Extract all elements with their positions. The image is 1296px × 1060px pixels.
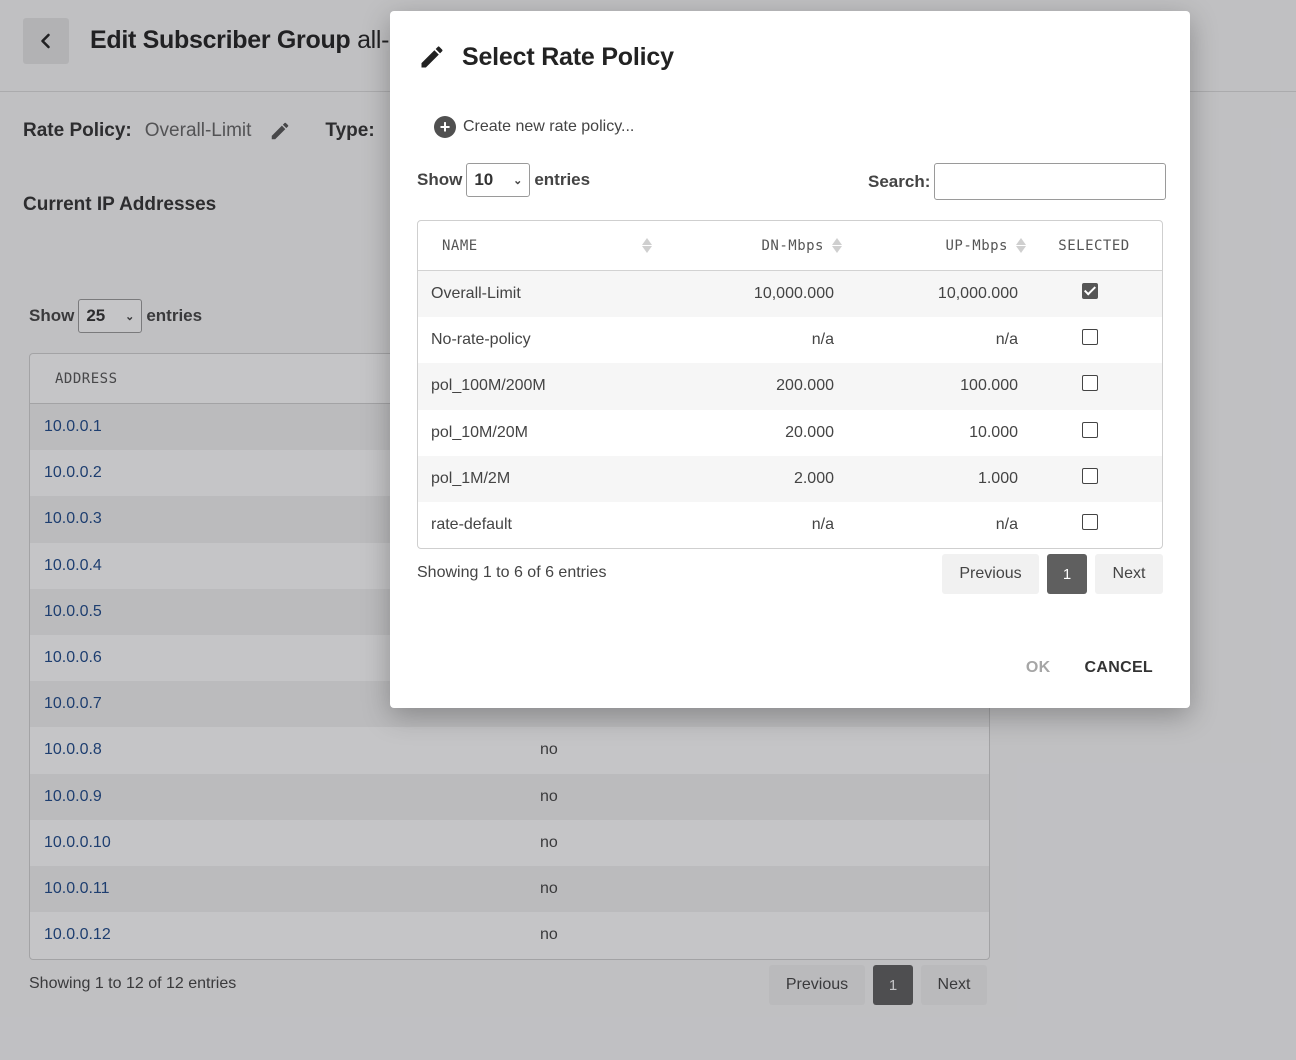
- column-name-label: NAME: [442, 237, 478, 254]
- table-row[interactable]: rate-default n/a n/a: [418, 502, 1162, 548]
- create-rate-policy-link[interactable]: + Create new rate policy...: [434, 115, 634, 139]
- table-row[interactable]: No-rate-policy n/a n/a: [418, 317, 1162, 363]
- policy-dn-mbps: n/a: [811, 331, 834, 349]
- select-checkbox[interactable]: [1082, 467, 1098, 484]
- add-circle-icon: +: [434, 116, 456, 138]
- policy-selected-cell: [1018, 421, 1162, 438]
- previous-page-button[interactable]: Previous: [942, 554, 1039, 594]
- policy-name: pol_100M/200M: [431, 377, 546, 395]
- search-input[interactable]: [934, 163, 1167, 200]
- policy-up-mbps: 10.000: [969, 423, 1018, 441]
- entries-label: entries: [534, 170, 591, 189]
- policy-up-mbps: n/a: [995, 516, 1018, 534]
- select-checkbox[interactable]: [1082, 375, 1098, 392]
- column-header-dn-mbps[interactable]: DN-Mbps: [658, 221, 842, 270]
- policy-up-mbps: 10,000.000: [937, 285, 1018, 303]
- next-page-button[interactable]: Next: [1095, 554, 1163, 594]
- column-up-label: UP-Mbps: [945, 237, 1008, 254]
- rate-policy-table-body: Overall-Limit 10,000.000 10,000.000 No-rate…: [418, 271, 1162, 548]
- policy-dn-mbps: 200.000: [776, 377, 834, 395]
- table-row[interactable]: pol_1M/2M 2.000 1.000: [418, 455, 1162, 502]
- show-label: Show: [417, 170, 463, 189]
- column-header-name[interactable]: NAME: [418, 221, 658, 270]
- cancel-button[interactable]: CANCEL: [1085, 659, 1153, 677]
- policy-name: Overall-Limit: [431, 285, 521, 303]
- table-row[interactable]: Overall-Limit 10,000.000 10,000.000: [418, 271, 1162, 318]
- rate-policy-table: NAME DN-Mbps UP-Mbps SELECTED Overall-Li…: [417, 220, 1163, 549]
- column-selected-label: SELECTED: [1058, 237, 1130, 254]
- column-header-up-mbps[interactable]: UP-Mbps: [842, 221, 1026, 270]
- search-label: Search:: [868, 171, 931, 191]
- create-rate-policy-label: Create new rate policy...: [463, 118, 635, 135]
- dialog-title: Select Rate Policy: [462, 42, 674, 71]
- policy-dn-mbps: n/a: [811, 516, 834, 534]
- dialog-page-length-value: 10: [474, 170, 494, 189]
- select-rate-policy-dialog: Select Rate Policy + Create new rate pol…: [390, 11, 1190, 708]
- select-checkbox[interactable]: [1082, 421, 1098, 438]
- dialog-page-length-control: Show 10 ⌄ entries: [417, 163, 590, 197]
- column-dn-label: DN-Mbps: [761, 237, 824, 254]
- select-checkbox[interactable]: [1082, 283, 1098, 300]
- dialog-page-length-select[interactable]: 10 ⌄: [466, 163, 531, 197]
- policy-selected-cell: [1018, 329, 1162, 346]
- select-checkbox[interactable]: [1082, 514, 1098, 531]
- pencil-icon: [421, 46, 443, 68]
- rate-policy-table-header: NAME DN-Mbps UP-Mbps SELECTED: [418, 221, 1162, 271]
- ok-button[interactable]: OK: [1026, 659, 1051, 677]
- sort-icon: [1016, 238, 1026, 253]
- rate-policy-table-info: Showing 1 to 6 of 6 entries: [417, 564, 607, 581]
- policy-up-mbps: 100.000: [960, 377, 1018, 395]
- policy-dn-mbps: 20.000: [785, 423, 834, 441]
- policy-dn-mbps: 10,000.000: [753, 285, 834, 303]
- dialog-actions: OK CANCEL: [1026, 659, 1153, 677]
- policy-selected-cell: [1018, 467, 1162, 484]
- policy-name: No-rate-policy: [431, 331, 531, 349]
- select-checkbox[interactable]: [1082, 329, 1098, 346]
- policy-selected-cell: [1018, 514, 1162, 531]
- table-row[interactable]: pol_100M/200M 200.000 100.000: [418, 363, 1162, 410]
- rate-policy-pagination: Previous 1 Next: [942, 554, 1163, 594]
- policy-selected-cell: [1018, 283, 1162, 300]
- policy-up-mbps: 1.000: [977, 469, 1018, 487]
- dialog-search: Search:: [868, 163, 1167, 200]
- chevron-down-icon: ⌄: [513, 174, 523, 187]
- policy-name: pol_10M/20M: [431, 423, 528, 441]
- policy-dn-mbps: 2.000: [793, 469, 834, 487]
- column-header-selected: SELECTED: [1026, 221, 1162, 270]
- table-row[interactable]: pol_10M/20M 20.000 10.000: [418, 410, 1162, 456]
- page-1-button[interactable]: 1: [1047, 554, 1087, 594]
- policy-name: rate-default: [431, 516, 512, 534]
- policy-selected-cell: [1018, 375, 1162, 392]
- policy-up-mbps: n/a: [995, 331, 1018, 349]
- sort-icon: [642, 238, 652, 253]
- sort-icon: [832, 238, 842, 253]
- policy-name: pol_1M/2M: [431, 469, 511, 487]
- dialog-header: Select Rate Policy: [418, 41, 674, 73]
